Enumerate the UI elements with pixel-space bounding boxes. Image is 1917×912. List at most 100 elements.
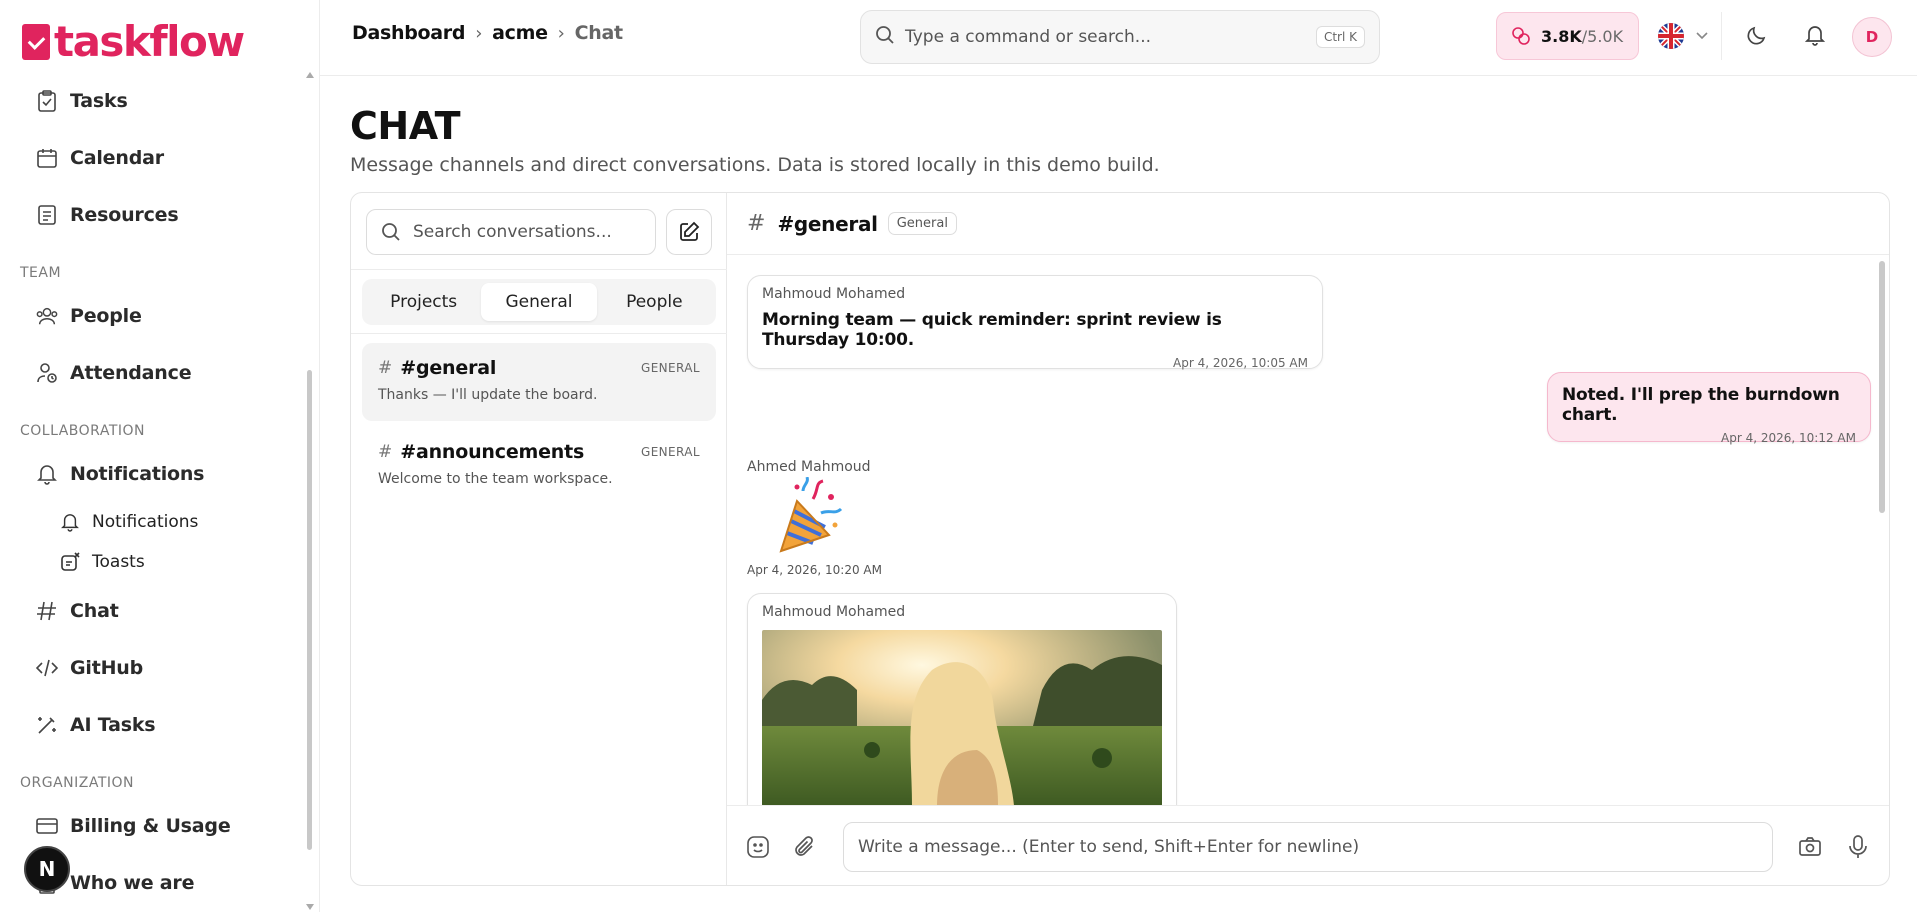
uk-flag-icon [1658, 23, 1684, 49]
users-icon [36, 305, 58, 327]
sidebar-item-ai-tasks[interactable]: AI Tasks [0, 696, 308, 753]
microphone-icon[interactable] [1845, 834, 1871, 860]
search-icon [875, 25, 895, 49]
conversation-name: #general [400, 357, 497, 379]
conversation-item-announcements[interactable]: # #announcements GENERAL Welcome to the … [362, 427, 716, 505]
sidebar-item-label: Who we are [70, 871, 195, 894]
notification-bell-icon[interactable] [1802, 22, 1828, 48]
sidebar-item-chat[interactable]: Chat [0, 582, 308, 639]
shared-photo-image[interactable] [762, 630, 1162, 805]
emoji-picker-icon[interactable] [745, 834, 771, 860]
page-subtitle: Message channels and direct conversation… [350, 154, 1160, 176]
tab-people[interactable]: People [597, 283, 712, 321]
sidebar-item-calendar[interactable]: Calendar [0, 129, 308, 186]
sidebar-subitem-toasts[interactable]: Toasts [0, 542, 308, 582]
message-bubble-image: Mahmoud Mohamed [747, 593, 1177, 805]
breadcrumb-acme[interactable]: acme [492, 22, 548, 44]
sidebar-subitem-label: Notifications [92, 512, 199, 532]
sidebar-item-resources[interactable]: Resources [0, 186, 308, 243]
new-conversation-button[interactable] [666, 209, 712, 255]
sidebar-nav: Tasks Calendar Resources TEAM People Att… [0, 72, 308, 911]
conversation-search-input[interactable]: Search conversations... [366, 209, 656, 255]
logo-mark-icon [22, 24, 50, 60]
credit-card-icon [36, 815, 58, 837]
hash-chat-icon [36, 600, 58, 622]
conversation-preview: Thanks — I'll update the board. [378, 387, 598, 403]
command-search-input[interactable]: Type a command or search... Ctrl K [860, 10, 1380, 64]
usage-meter[interactable]: 3.8K /5.0K [1496, 12, 1639, 60]
floating-n-badge[interactable]: N [24, 846, 70, 892]
search-placeholder: Search conversations... [413, 222, 612, 242]
message-sender: Mahmoud Mohamed [762, 604, 906, 620]
sidebar-item-label: GitHub [70, 656, 144, 679]
sidebar-scrollbar[interactable] [304, 70, 314, 912]
sidebar-item-attendance[interactable]: Attendance [0, 344, 308, 401]
tab-projects[interactable]: Projects [366, 283, 481, 321]
channel-title: #general [777, 211, 878, 236]
section-team: TEAM [20, 265, 62, 281]
language-selector[interactable] [1650, 12, 1722, 60]
toast-message-icon [60, 552, 80, 572]
conversation-tag: GENERAL [641, 445, 700, 459]
usage-used: 3.8K [1541, 26, 1582, 46]
conversation-tabs: Projects General People [362, 279, 716, 325]
sidebar-item-notifications[interactable]: Notifications [0, 445, 308, 502]
message-list[interactable]: Mahmoud Mohamed Morning team — quick rem… [727, 255, 1889, 805]
message-sender: Ahmed Mahmoud [747, 459, 871, 475]
sidebar: taskflow Tasks Calendar Resources TEAM P… [0, 0, 320, 912]
message-sender: Mahmoud Mohamed [762, 286, 906, 302]
party-popper-emoji [773, 476, 843, 557]
user-avatar[interactable]: D [1852, 17, 1892, 57]
section-organization: ORGANIZATION [20, 775, 135, 791]
message-input-placeholder: Write a message... (Enter to send, Shift… [858, 837, 1360, 857]
conversation-preview: Welcome to the team workspace. [378, 471, 613, 487]
message-text: Morning team — quick reminder: sprint re… [762, 310, 1222, 350]
scrollbar-thumb[interactable] [307, 370, 312, 850]
taskflow-logo[interactable]: taskflow [22, 17, 245, 66]
conversation-item-general[interactable]: # #general GENERAL Thanks — I'll update … [362, 343, 716, 421]
hash-icon: # [378, 442, 393, 462]
message-pane: # #general General Mahmoud Mohamed Morni… [727, 193, 1889, 885]
clipboard-check-icon [36, 89, 58, 112]
tab-general[interactable]: General [481, 283, 597, 321]
sidebar-subitem-notifications[interactable]: Notifications [0, 502, 308, 542]
hash-icon: # [747, 211, 766, 236]
message-timestamp: Apr 4, 2026, 10:12 AM [1721, 431, 1856, 445]
conversation-name: #announcements [400, 441, 585, 463]
sidebar-item-label: Resources [70, 203, 179, 226]
shortcut-hint: Ctrl K [1315, 26, 1365, 48]
search-placeholder: Type a command or search... [905, 27, 1152, 47]
attachment-paperclip-icon[interactable] [791, 834, 817, 860]
sidebar-item-github[interactable]: GitHub [0, 639, 308, 696]
message-input[interactable]: Write a message... (Enter to send, Shift… [843, 822, 1773, 872]
sidebar-item-label: AI Tasks [70, 713, 156, 736]
message-timestamp: Apr 4, 2026, 10:20 AM [747, 563, 882, 577]
message-text: Noted. I'll prep the burndown chart. [1562, 385, 1840, 425]
sidebar-item-label: People [70, 304, 142, 327]
compose-edit-icon [678, 221, 700, 243]
channel-badge: General [887, 212, 957, 235]
sidebar-item-people[interactable]: People [0, 287, 308, 344]
logo-text: taskflow [54, 17, 245, 66]
sidebar-item-tasks[interactable]: Tasks [0, 72, 308, 129]
message-composer: Write a message... (Enter to send, Shift… [727, 805, 1889, 885]
message-scrollbar-thumb[interactable] [1879, 261, 1885, 513]
code-icon [36, 657, 58, 679]
divider [351, 333, 727, 334]
bell-icon [60, 512, 80, 532]
message-bubble: Mahmoud Mohamed Morning team — quick rem… [747, 275, 1323, 370]
conversation-tag: GENERAL [641, 361, 700, 375]
sidebar-item-label: Attendance [70, 361, 192, 384]
document-icon [36, 204, 58, 226]
bell-icon [36, 463, 58, 485]
scroll-down-arrow-icon[interactable] [306, 904, 314, 910]
channel-header: # #general General [727, 193, 1889, 255]
sidebar-subitem-label: Toasts [92, 552, 145, 572]
sidebar-item-label: Tasks [70, 89, 128, 112]
message-timestamp: Apr 4, 2026, 10:05 AM [1173, 356, 1308, 370]
chevron-down-icon [1696, 32, 1708, 40]
camera-icon[interactable] [1797, 834, 1823, 860]
breadcrumb-dashboard[interactable]: Dashboard [352, 22, 465, 44]
dark-mode-moon-icon[interactable] [1744, 22, 1770, 48]
chat-panel: Search conversations... Projects General… [350, 192, 1890, 886]
